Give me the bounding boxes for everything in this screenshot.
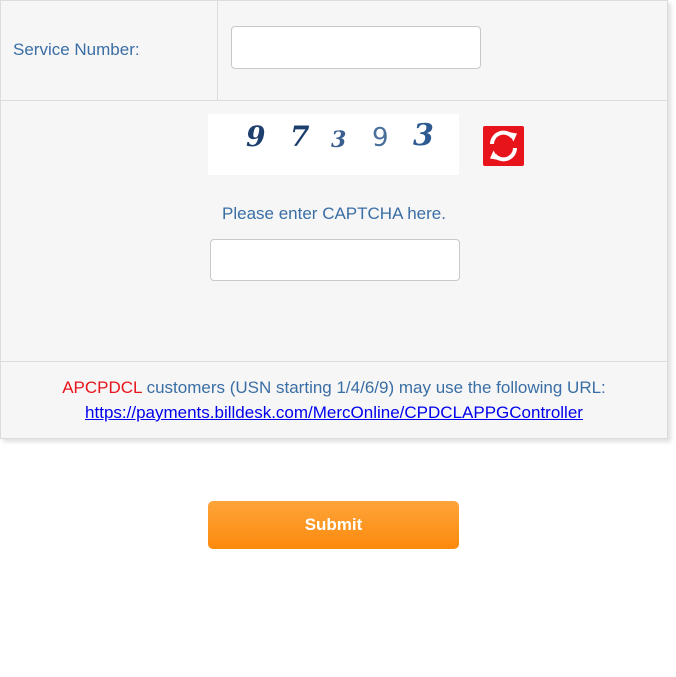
service-number-row: Service Number: — [1, 1, 667, 101]
service-number-label-cell: Service Number: — [1, 1, 218, 100]
info-message: APCPDCL customers (USN starting 1/4/6/9)… — [1, 378, 667, 398]
submit-button[interactable]: Submit — [208, 501, 459, 549]
service-number-label: Service Number: — [13, 40, 140, 59]
captcha-prompt: Please enter CAPTCHA here. — [222, 204, 446, 223]
captcha-digit: 9 — [246, 120, 265, 153]
captcha-input[interactable] — [210, 239, 460, 281]
payment-form-panel: Service Number: 9 7 3 9 3 Please enter C… — [0, 0, 668, 439]
info-text: customers (USN starting 1/4/6/9) may use… — [141, 378, 606, 397]
captcha-digit: 9 — [372, 123, 389, 153]
refresh-icon — [490, 130, 517, 162]
captcha-digit: 3 — [413, 118, 434, 153]
captcha-row: 9 7 3 9 3 Please enter CAPTCHA here. — [1, 101, 667, 362]
captcha-image: 9 7 3 9 3 — [208, 114, 459, 175]
service-number-input[interactable] — [231, 26, 481, 69]
info-row: APCPDCL customers (USN starting 1/4/6/9)… — [1, 362, 667, 438]
billdesk-url-link[interactable]: https://payments.billdesk.com/MercOnline… — [1, 403, 667, 423]
captcha-digit: 3 — [331, 127, 346, 153]
captcha-digit: 7 — [290, 120, 310, 153]
refresh-captcha-button[interactable] — [483, 126, 524, 166]
brand-name: APCPDCL — [62, 378, 142, 397]
